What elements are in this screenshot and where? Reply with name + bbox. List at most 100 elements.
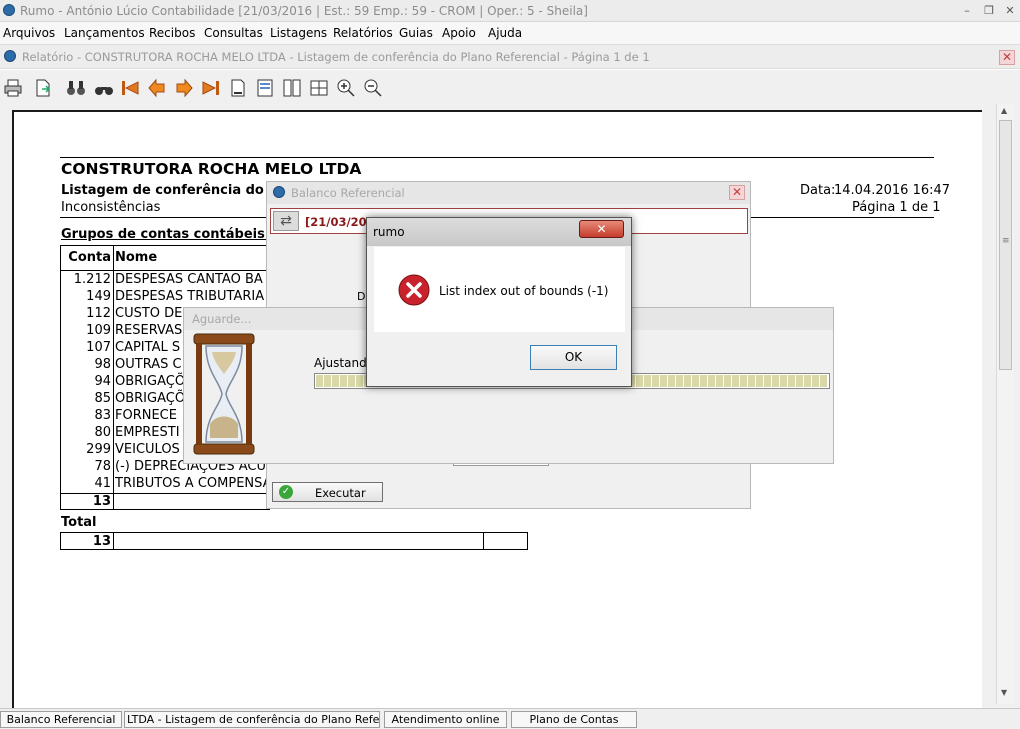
report-toolbar (0, 70, 1020, 104)
total-divider-2 (483, 532, 484, 550)
group-count: 13 (92, 494, 111, 509)
total-count: 13 (92, 534, 111, 549)
error-message-panel: List index out of bounds (-1) (374, 247, 625, 332)
row-conta: 1.212 (73, 272, 111, 287)
full-page-icon[interactable] (255, 78, 275, 98)
row-nome: OBRIGAÇÕ (115, 374, 186, 389)
first-page-icon[interactable] (120, 78, 140, 98)
table-header-rule (60, 270, 270, 271)
four-pages-icon[interactable] (309, 78, 329, 98)
row-conta: 109 (86, 323, 111, 338)
vertical-scrollbar[interactable]: ▲ ≡ ▼ (996, 104, 1014, 704)
binoculars-icon[interactable] (66, 78, 86, 98)
row-nome: DESPESAS TRIBUTARIA (115, 289, 265, 304)
rumo-app-icon (3, 4, 15, 16)
window-taskbar: Balanco Referencial LTDA - Listagem de c… (0, 708, 1020, 729)
report-window-icon (4, 50, 16, 62)
window-title: Rumo - António Lúcio Contabilidade [21/0… (20, 4, 588, 18)
error-dialog: rumo ✕ List index out of bounds (-1) OK (366, 217, 632, 387)
column-header-conta: Conta (68, 250, 111, 265)
row-nome: EMPRESTI (115, 425, 180, 440)
error-icon (398, 274, 430, 306)
menu-lancamentos[interactable]: Lançamentos (64, 26, 145, 40)
task-atendimento-online[interactable]: Atendimento online (384, 711, 507, 728)
menu-listagens[interactable]: Listagens (270, 26, 327, 40)
close-icon[interactable]: ✕ (1001, 3, 1019, 19)
row-conta: 149 (86, 289, 111, 304)
aguarde-title: Aguarde... (192, 312, 252, 326)
menu-relatorios[interactable]: Relatórios (333, 26, 393, 40)
restore-icon[interactable]: ❐ (980, 3, 998, 19)
row-conta: 98 (94, 357, 111, 372)
row-nome: CAPITAL S (115, 340, 181, 355)
hourglass-icon (193, 333, 255, 455)
column-header-nome: Nome (115, 250, 158, 265)
balanco-app-icon (273, 186, 285, 198)
row-nome: DESPESAS CANTAO BA (115, 272, 263, 287)
total-label: Total (61, 515, 97, 530)
row-nome: OUTRAS C (115, 357, 182, 372)
scroll-up-icon[interactable]: ▲ (1001, 106, 1007, 115)
row-conta: 83 (94, 408, 111, 423)
zoom-out-icon[interactable] (363, 78, 383, 98)
scroll-thumb[interactable]: ≡ (999, 120, 1012, 370)
report-date: 14.04.2016 16:47 (834, 183, 951, 198)
task-balanco-referencial[interactable]: Balanco Referencial (0, 711, 122, 728)
row-conta: 85 (94, 391, 111, 406)
two-pages-icon[interactable] (282, 78, 302, 98)
table-column-divider (113, 245, 114, 510)
error-title: rumo (373, 225, 405, 239)
zoom-in-icon[interactable] (336, 78, 356, 98)
report-window-title: Relatório - CONSTRUTORA ROCHA MELO LTDA … (22, 50, 650, 64)
menu-bar: Arquivos Lançamentos Recibos Consultas L… (0, 22, 1020, 44)
menu-consultas[interactable]: Consultas (204, 26, 263, 40)
check-icon: ✓ (279, 485, 293, 499)
task-plano-de-contas[interactable]: Plano de Contas (511, 711, 637, 728)
report-date-label: Data: (800, 183, 836, 198)
group-title: Grupos de contas contábeis com (61, 227, 300, 242)
last-page-icon[interactable] (201, 78, 221, 98)
page-width-icon[interactable] (228, 78, 248, 98)
menu-guias[interactable]: Guias (399, 26, 433, 40)
balanco-close-icon[interactable]: ✕ (729, 185, 745, 200)
row-nome: VEICULOS (115, 442, 180, 457)
export-icon[interactable] (33, 78, 53, 98)
printer-icon[interactable] (3, 78, 23, 98)
row-nome: RESERVAS (115, 323, 183, 338)
row-nome: FORNECE (115, 408, 177, 423)
total-row (60, 532, 528, 550)
main-title-bar: Rumo - António Lúcio Contabilidade [21/0… (0, 0, 1020, 22)
execute-button[interactable]: ✓ Executar (272, 482, 383, 502)
report-page-number: Página 1 de 1 (852, 200, 941, 215)
ok-button[interactable]: OK (530, 345, 617, 370)
minimize-icon[interactable]: – (958, 3, 976, 19)
task-listagem-report[interactable]: LTDA - Listagem de conferência do Plano … (124, 711, 380, 728)
report-close-icon[interactable]: ✕ (999, 50, 1015, 65)
row-conta: 94 (94, 374, 111, 389)
error-title-bar: rumo ✕ (367, 218, 631, 246)
error-close-icon[interactable]: ✕ (579, 220, 624, 238)
scroll-down-icon[interactable]: ▼ (1001, 688, 1007, 697)
balanco-partial-label: D (357, 290, 366, 303)
row-conta: 112 (86, 306, 111, 321)
row-conta: 107 (86, 340, 111, 355)
menu-recibos[interactable]: Recibos (149, 26, 195, 40)
grip-icon: ≡ (1002, 236, 1010, 246)
menu-ajuda[interactable]: Ajuda (488, 26, 522, 40)
balanco-title: Balanco Referencial (291, 186, 405, 200)
swap-arrows-icon[interactable]: ⇄ (273, 211, 299, 231)
previous-page-icon[interactable] (147, 78, 167, 98)
balanco-title-bar: Balanco Referencial ✕ (267, 182, 750, 204)
total-divider-1 (113, 532, 114, 550)
menu-arquivos[interactable]: Arquivos (3, 26, 55, 40)
row-nome: TRIBUTOS A COMPENSA (115, 476, 272, 491)
report-company: CONSTRUTORA ROCHA MELO LTDA (61, 160, 362, 178)
report-top-rule (60, 157, 934, 158)
report-window-bar: Relatório - CONSTRUTORA ROCHA MELO LTDA … (0, 44, 1020, 69)
next-page-icon[interactable] (174, 78, 194, 98)
menu-apoio[interactable]: Apoio (442, 26, 476, 40)
row-conta: 80 (94, 425, 111, 440)
binoculars-next-icon[interactable] (94, 78, 114, 98)
report-section: Inconsistências (61, 200, 161, 215)
row-nome: CUSTO DE (115, 306, 183, 321)
